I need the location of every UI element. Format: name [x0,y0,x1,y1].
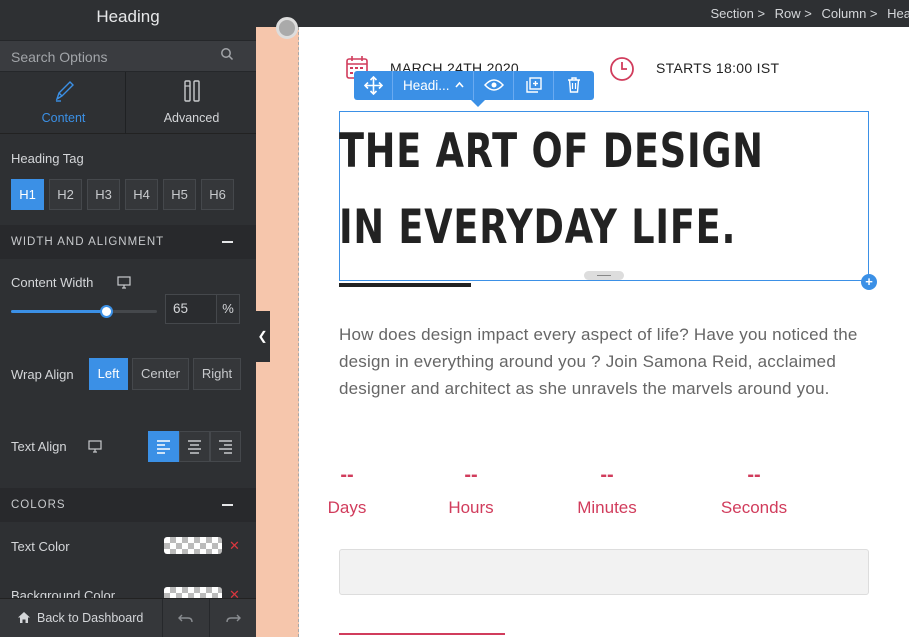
content-width-input[interactable]: 65 [165,294,217,324]
heading-tag-h1[interactable]: H1 [11,179,44,210]
align-center-icon [188,440,201,454]
resize-handle[interactable] [584,271,624,280]
breadcrumb-column[interactable]: Column > [822,6,878,21]
slider-handle[interactable] [100,305,113,318]
panel-title: Heading [96,7,160,26]
wrap-align-left[interactable]: Left [89,358,128,390]
duplicate-icon [526,77,542,93]
countdown-seconds-value: -- [747,464,761,486]
wrap-align-label: Wrap Align [11,367,74,382]
visibility-button[interactable] [474,71,514,100]
text-align-right-button[interactable] [210,431,241,462]
colors-section-header[interactable]: COLORS [0,488,256,522]
page-heading[interactable]: THE ART OF DESIGN IN EVERYDAY LIFE. [339,114,764,266]
content-width-slider[interactable] [11,305,157,318]
tab-advanced-label: Advanced [163,111,220,125]
description-paragraph: How does design impact every aspect of l… [339,325,858,398]
redo-icon[interactable] [225,612,241,624]
tab-advanced[interactable]: Advanced [128,72,255,134]
unit-selector[interactable]: % [217,294,240,324]
search-placeholder: Search Options [11,49,108,65]
footer-divider [209,599,210,637]
text-color-swatch[interactable] [164,537,222,554]
countdown-days-label: Days [327,498,367,517]
element-toolbar: Headi... [354,71,594,107]
eye-icon [484,79,504,91]
heading-tag-h6[interactable]: H6 [201,179,234,210]
settings-tabs: Content Advanced [0,72,256,134]
home-icon [18,612,30,623]
countdown-hours-label: Hours [448,498,494,517]
section-title: WIDTH AND ALIGNMENT [11,236,165,248]
form-input-field[interactable] [339,549,869,595]
breadcrumb: Section > Row > Column > Hea [710,6,909,21]
move-icon [364,76,383,95]
section-title: COLORS [11,499,66,511]
element-name-label: Headi... [403,78,450,93]
text-align-left-button[interactable] [148,431,179,462]
countdown-seconds-label: Seconds [720,498,788,517]
heading-line-2: IN EVERYDAY LIFE. [339,200,737,255]
footer-divider [162,599,163,637]
chevron-up-icon [455,81,464,88]
text-color-label: Text Color [11,539,70,554]
align-left-icon [157,440,170,454]
text-align-center-button[interactable] [179,431,210,462]
tab-divider [125,72,126,134]
countdown-hours-value: -- [464,464,478,486]
heading-tag-h2[interactable]: H2 [49,179,82,210]
wrap-align-right[interactable]: Right [193,358,241,390]
back-to-dashboard-button[interactable]: Back to Dashboard [0,599,160,637]
heading-tag-label: Heading Tag [11,151,84,166]
wrap-align-center[interactable]: Center [132,358,189,390]
countdown-days-value: -- [340,464,354,486]
search-icon [221,48,234,61]
heading-tag-h5[interactable]: H5 [163,179,196,210]
back-to-dashboard-label: Back to Dashboard [37,611,144,625]
collapse-sidebar-button[interactable]: ❮ [255,311,270,362]
tab-content-label: Content [41,111,86,125]
collapse-minus-icon[interactable] [222,241,233,243]
trash-icon [568,77,580,93]
text-align-label: Text Align [11,439,67,454]
align-right-icon [219,440,232,454]
slider-fill [11,310,106,313]
breadcrumb-heading[interactable]: Hea [887,6,909,21]
undo-icon[interactable] [178,612,194,624]
breadcrumb-section[interactable]: Section > [710,6,765,21]
width-alignment-section-header[interactable]: WIDTH AND ALIGNMENT [0,225,256,259]
heading-tag-h4[interactable]: H4 [125,179,158,210]
section-handle-icon[interactable] [276,17,298,39]
clock-icon [610,57,634,81]
tab-content[interactable]: Content [0,72,127,134]
desktop-icon[interactable] [117,276,131,289]
tools-icon [183,80,200,102]
element-name-dropdown[interactable]: Headi... [393,71,474,100]
content-width-label: Content Width [11,275,94,290]
breadcrumb-row[interactable]: Row > [775,6,812,21]
pen-icon [55,81,74,102]
settings-sidebar: Heading Search Options Content Advanced … [0,0,256,637]
countdown-minutes-label: Minutes [577,498,637,517]
sidebar-footer: Back to Dashboard [0,598,256,637]
collapse-minus-icon[interactable] [222,504,233,506]
add-element-icon[interactable]: + [861,274,877,290]
heading-line-1: THE ART OF DESIGN [339,124,764,179]
clear-text-color-icon[interactable]: ✕ [229,538,240,554]
desktop-icon[interactable] [88,440,102,453]
delete-button[interactable] [554,71,594,100]
heading-underline [339,283,471,287]
toolbar-pointer [471,100,485,107]
search-options-input[interactable]: Search Options [0,40,256,72]
event-start-time: STARTS 18:00 IST [656,60,780,76]
countdown-minutes-value: -- [600,464,614,486]
accent-divider [339,633,505,635]
breadcrumb-bar: Section > Row > Column > Hea [256,0,909,27]
move-button[interactable] [354,71,393,100]
heading-tag-h3[interactable]: H3 [87,179,120,210]
duplicate-button[interactable] [514,71,554,100]
